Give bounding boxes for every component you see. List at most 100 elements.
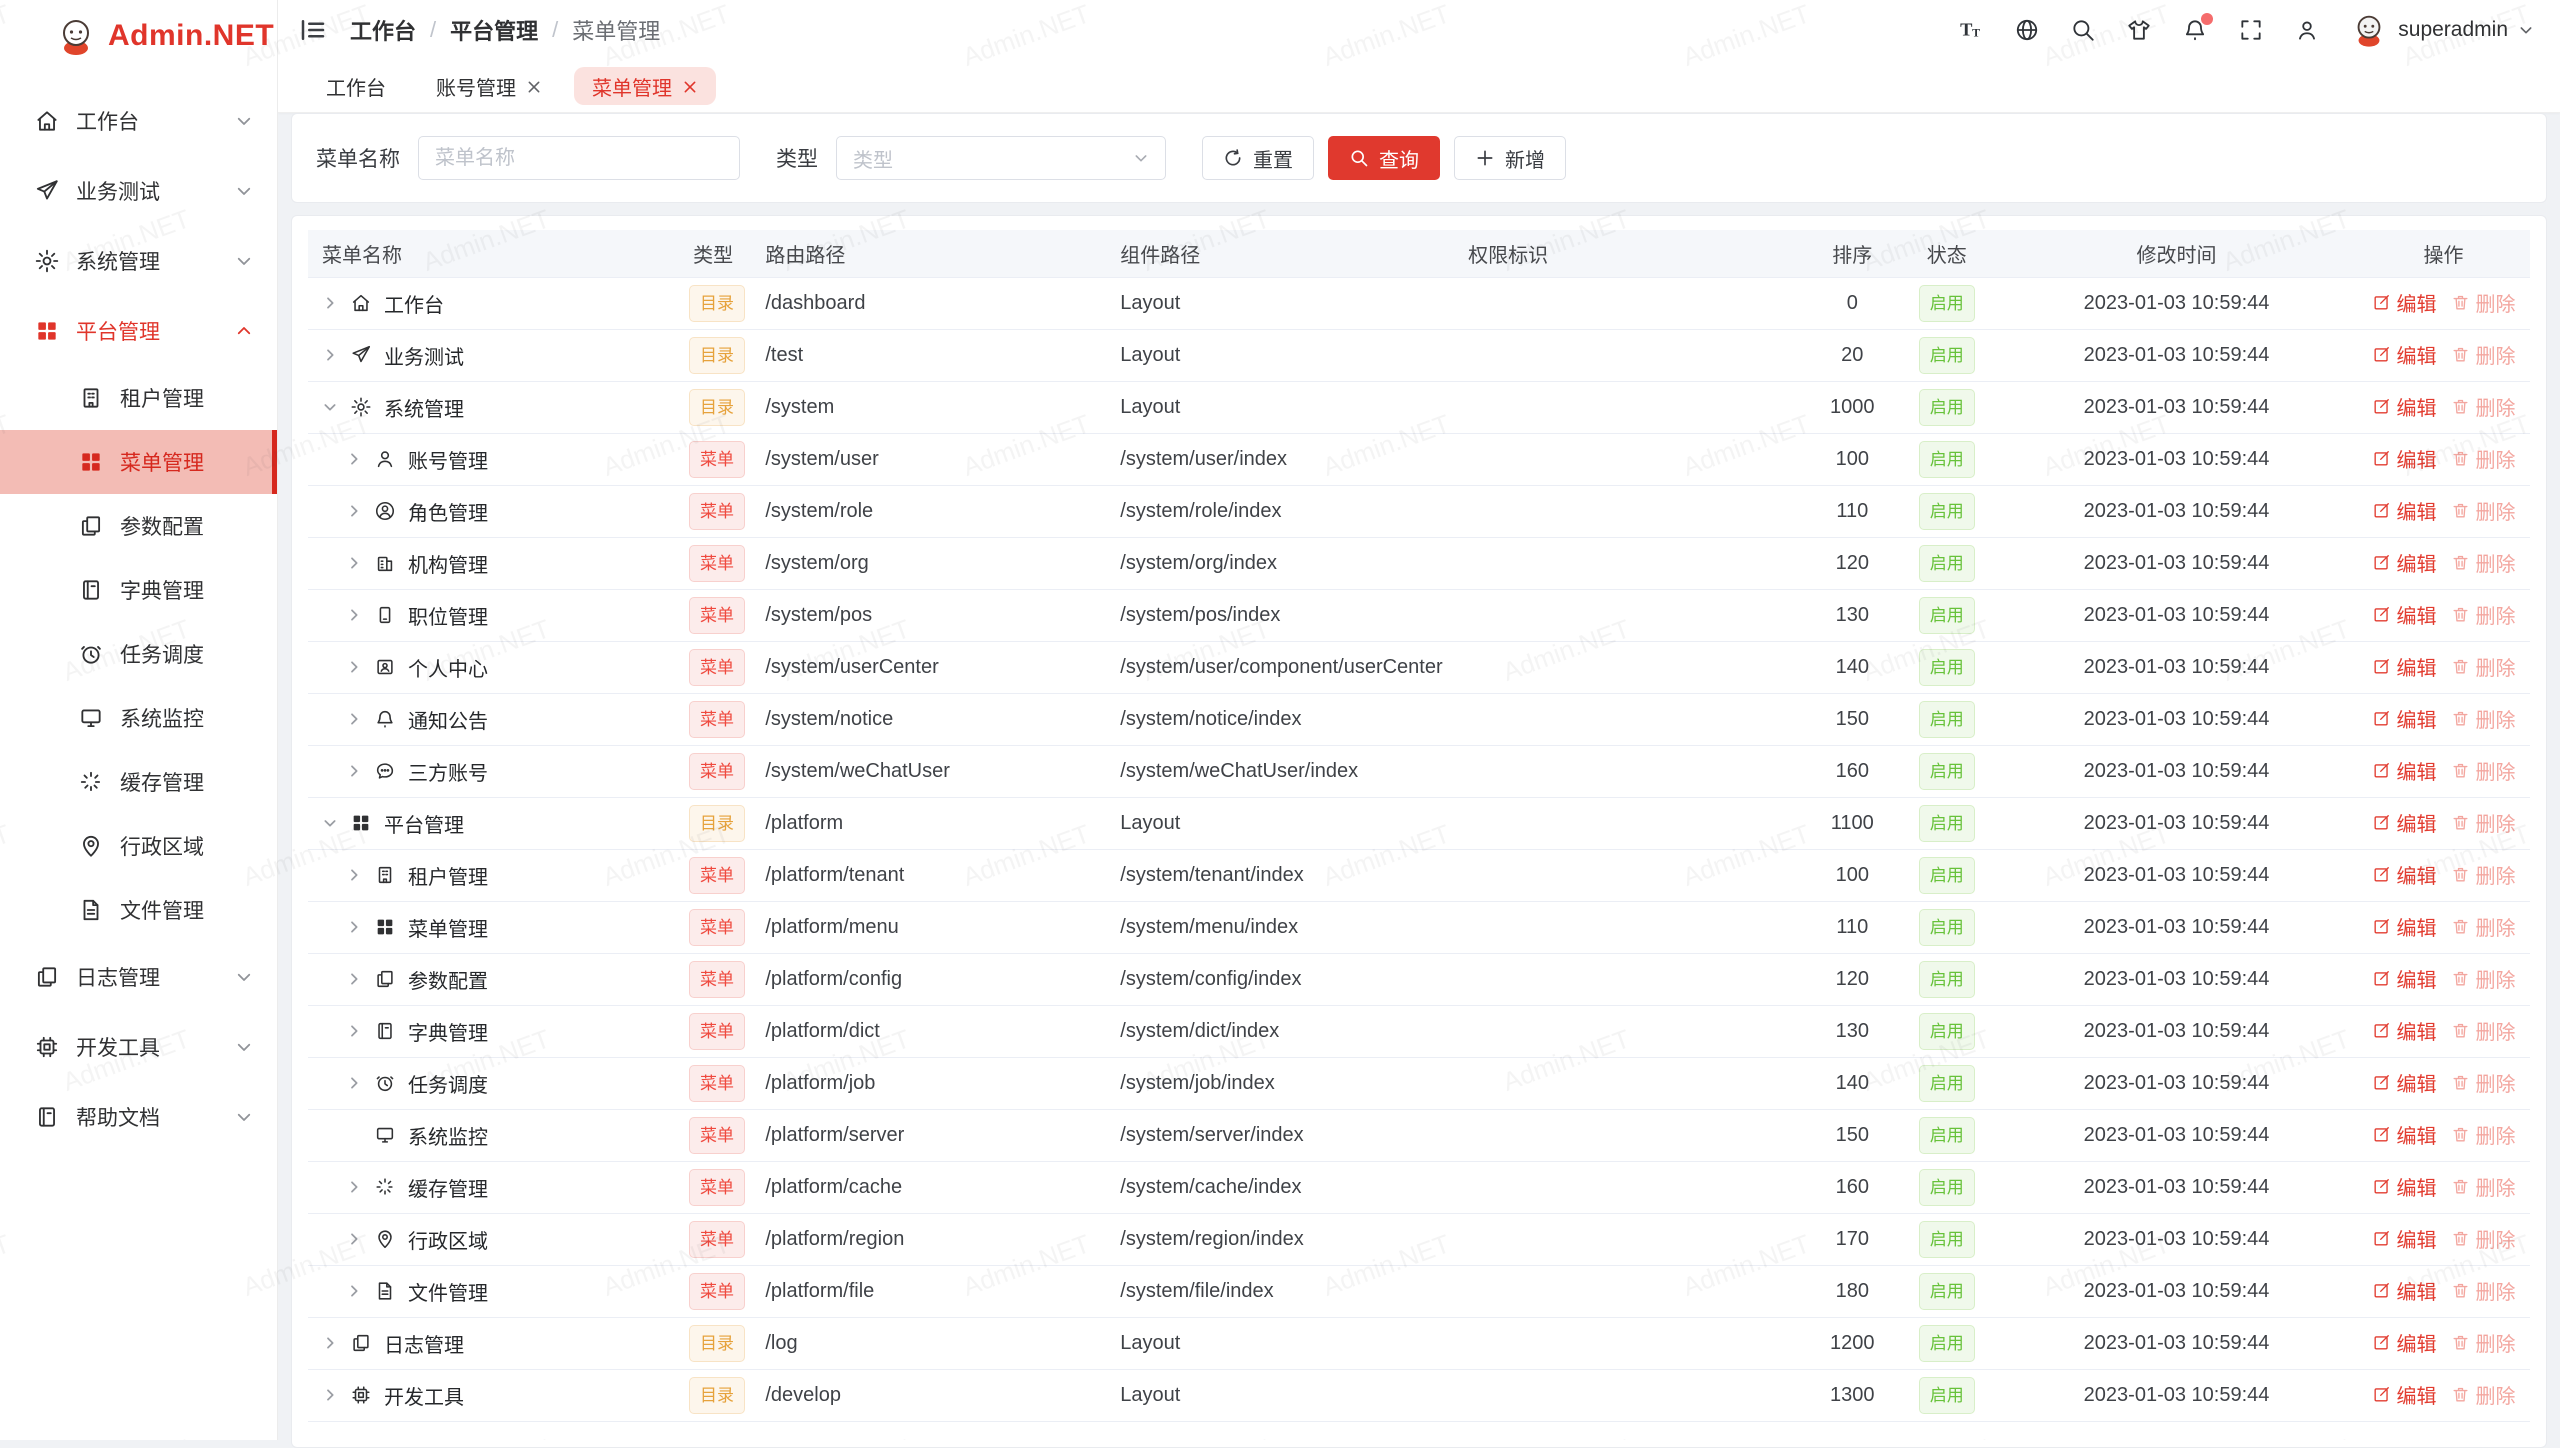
- tab-工作台[interactable]: 工作台: [308, 67, 404, 105]
- sidebar-item-参数配置[interactable]: 参数配置: [0, 494, 277, 558]
- sidebar-item-字典管理[interactable]: 字典管理: [0, 558, 277, 622]
- edit-button[interactable]: 编辑: [2372, 444, 2437, 473]
- caret-right-icon[interactable]: [322, 1387, 338, 1403]
- delete-button[interactable]: 删除: [2451, 1276, 2516, 1305]
- delete-button[interactable]: 删除: [2451, 1016, 2516, 1045]
- close-icon[interactable]: [526, 78, 542, 94]
- profile-icon[interactable]: [2294, 17, 2320, 43]
- type-select[interactable]: 类型: [836, 136, 1166, 180]
- delete-button[interactable]: 删除: [2451, 392, 2516, 421]
- notification-icon[interactable]: [2182, 17, 2208, 43]
- caret-right-icon[interactable]: [346, 763, 362, 779]
- edit-button[interactable]: 编辑: [2372, 340, 2437, 369]
- edit-button[interactable]: 编辑: [2372, 860, 2437, 889]
- edit-button[interactable]: 编辑: [2372, 1016, 2437, 1045]
- edit-button[interactable]: 编辑: [2372, 1328, 2437, 1357]
- edit-button[interactable]: 编辑: [2372, 288, 2437, 317]
- delete-button[interactable]: 删除: [2451, 340, 2516, 369]
- edit-button[interactable]: 编辑: [2372, 1276, 2437, 1305]
- caret-right-icon[interactable]: [346, 971, 362, 987]
- edit-button[interactable]: 编辑: [2372, 496, 2437, 525]
- caret-right-icon[interactable]: [346, 555, 362, 571]
- caret-down-icon[interactable]: [322, 399, 338, 415]
- sidebar-item-日志管理[interactable]: 日志管理: [0, 942, 277, 1012]
- tab-菜单管理[interactable]: 菜单管理: [574, 67, 716, 105]
- fullscreen-icon[interactable]: [2238, 17, 2264, 43]
- delete-button[interactable]: 删除: [2451, 808, 2516, 837]
- sidebar-item-帮助文档[interactable]: 帮助文档: [0, 1082, 277, 1152]
- caret-right-icon[interactable]: [346, 1283, 362, 1299]
- delete-button[interactable]: 删除: [2451, 704, 2516, 733]
- caret-right-icon[interactable]: [346, 607, 362, 623]
- edit-button[interactable]: 编辑: [2372, 652, 2437, 681]
- edit-button[interactable]: 编辑: [2372, 392, 2437, 421]
- user-menu[interactable]: superadmin: [2350, 11, 2534, 49]
- edit-button[interactable]: 编辑: [2372, 1224, 2437, 1253]
- delete-button[interactable]: 删除: [2451, 964, 2516, 993]
- edit-button[interactable]: 编辑: [2372, 600, 2437, 629]
- close-icon[interactable]: [682, 78, 698, 94]
- delete-button[interactable]: 删除: [2451, 652, 2516, 681]
- delete-button[interactable]: 删除: [2451, 1120, 2516, 1149]
- font-size-icon[interactable]: TT: [1958, 17, 1984, 43]
- sidebar-fold-icon[interactable]: [298, 15, 328, 45]
- theme-icon[interactable]: [2126, 17, 2152, 43]
- caret-right-icon[interactable]: [346, 919, 362, 935]
- delete-button[interactable]: 删除: [2451, 444, 2516, 473]
- edit-button[interactable]: 编辑: [2372, 548, 2437, 577]
- sidebar-item-平台管理[interactable]: 平台管理: [0, 296, 277, 366]
- edit-button[interactable]: 编辑: [2372, 1120, 2437, 1149]
- edit-button[interactable]: 编辑: [2372, 808, 2437, 837]
- caret-right-icon[interactable]: [346, 451, 362, 467]
- sidebar-item-文件管理[interactable]: 文件管理: [0, 878, 277, 942]
- edit-button[interactable]: 编辑: [2372, 964, 2437, 993]
- search-icon[interactable]: [2070, 17, 2096, 43]
- caret-down-icon[interactable]: [322, 815, 338, 831]
- delete-button[interactable]: 删除: [2451, 496, 2516, 525]
- delete-button[interactable]: 删除: [2451, 1224, 2516, 1253]
- reset-button[interactable]: 重置: [1202, 136, 1314, 180]
- delete-button[interactable]: 删除: [2451, 1328, 2516, 1357]
- caret-right-icon[interactable]: [346, 1023, 362, 1039]
- tab-账号管理[interactable]: 账号管理: [418, 67, 560, 105]
- add-button[interactable]: 新增: [1454, 136, 1566, 180]
- sidebar-item-任务调度[interactable]: 任务调度: [0, 622, 277, 686]
- delete-button[interactable]: 删除: [2451, 600, 2516, 629]
- delete-button[interactable]: 删除: [2451, 1068, 2516, 1097]
- caret-right-icon[interactable]: [346, 503, 362, 519]
- edit-button[interactable]: 编辑: [2372, 1068, 2437, 1097]
- sidebar-item-系统监控[interactable]: 系统监控: [0, 686, 277, 750]
- caret-right-icon[interactable]: [322, 295, 338, 311]
- caret-right-icon[interactable]: [322, 347, 338, 363]
- sidebar-item-缓存管理[interactable]: 缓存管理: [0, 750, 277, 814]
- sidebar-item-系统管理[interactable]: 系统管理: [0, 226, 277, 296]
- breadcrumb-item[interactable]: 工作台: [350, 14, 416, 46]
- caret-right-icon[interactable]: [322, 1335, 338, 1351]
- edit-button[interactable]: 编辑: [2372, 912, 2437, 941]
- sidebar-item-工作台[interactable]: 工作台: [0, 86, 277, 156]
- caret-right-icon[interactable]: [346, 659, 362, 675]
- menu-name-input[interactable]: [418, 136, 740, 180]
- delete-button[interactable]: 删除: [2451, 288, 2516, 317]
- sidebar-item-业务测试[interactable]: 业务测试: [0, 156, 277, 226]
- delete-button[interactable]: 删除: [2451, 756, 2516, 785]
- sidebar-item-开发工具[interactable]: 开发工具: [0, 1012, 277, 1082]
- caret-right-icon[interactable]: [346, 1231, 362, 1247]
- sidebar-item-行政区域[interactable]: 行政区域: [0, 814, 277, 878]
- sidebar-item-菜单管理[interactable]: 菜单管理: [0, 430, 277, 494]
- delete-button[interactable]: 删除: [2451, 912, 2516, 941]
- delete-button[interactable]: 删除: [2451, 1172, 2516, 1201]
- language-icon[interactable]: [2014, 17, 2040, 43]
- delete-button[interactable]: 删除: [2451, 548, 2516, 577]
- caret-right-icon[interactable]: [346, 1075, 362, 1091]
- edit-button[interactable]: 编辑: [2372, 1172, 2437, 1201]
- delete-button[interactable]: 删除: [2451, 860, 2516, 889]
- caret-right-icon[interactable]: [346, 867, 362, 883]
- sidebar-item-租户管理[interactable]: 租户管理: [0, 366, 277, 430]
- caret-right-icon[interactable]: [346, 1179, 362, 1195]
- edit-button[interactable]: 编辑: [2372, 704, 2437, 733]
- search-button[interactable]: 查询: [1328, 136, 1440, 180]
- caret-right-icon[interactable]: [346, 711, 362, 727]
- breadcrumb-item[interactable]: 平台管理: [450, 14, 538, 46]
- edit-button[interactable]: 编辑: [2372, 1380, 2437, 1409]
